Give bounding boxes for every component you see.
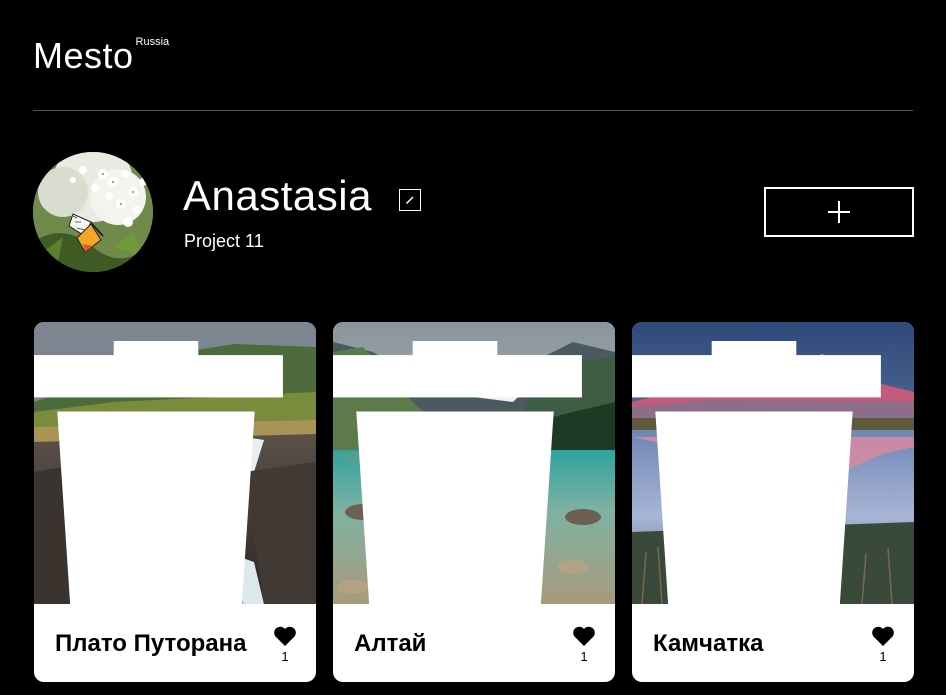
pencil-icon <box>405 196 414 205</box>
profile-name: Anastasia <box>183 172 372 219</box>
plus-icon <box>828 201 850 223</box>
avatar[interactable] <box>33 152 153 272</box>
card-image[interactable] <box>34 322 316 623</box>
profile-about: Project 11 <box>184 231 264 251</box>
edit-profile-button[interactable] <box>399 189 421 211</box>
cards-grid: Плато Путорана 1 Алтай 1 Камчатка 1 <box>34 322 914 695</box>
heart-icon[interactable] <box>572 625 596 647</box>
trash-icon[interactable] <box>632 341 895 623</box>
like-count: 1 <box>580 649 588 664</box>
card-image[interactable] <box>333 322 615 623</box>
trash-icon[interactable] <box>333 341 596 623</box>
avatar-image <box>33 152 153 272</box>
card-footer: Плато Путорана 1 <box>34 604 316 682</box>
like-count: 1 <box>281 649 289 664</box>
page: Mesto Russia Anastasia Project 11 Плато … <box>0 0 946 695</box>
card-footer: Камчатка 1 <box>632 604 914 682</box>
card-title: Плато Путорана <box>55 630 247 657</box>
add-card-button[interactable] <box>764 187 914 237</box>
logo: Mesto Russia <box>33 36 169 76</box>
card-title: Алтай <box>354 630 427 657</box>
heart-icon[interactable] <box>871 625 895 647</box>
card: Камчатка 1 <box>632 322 914 682</box>
profile: Anastasia Project 11 <box>33 152 914 272</box>
card: Плато Путорана 1 <box>34 322 316 682</box>
header: Mesto Russia <box>33 30 913 110</box>
card: Алтай 1 <box>333 322 615 682</box>
header-divider <box>33 110 913 111</box>
card-title: Камчатка <box>653 630 764 657</box>
heart-icon[interactable] <box>273 625 297 647</box>
card-footer: Алтай 1 <box>333 604 615 682</box>
logo-text: Mesto <box>33 35 134 76</box>
trash-icon[interactable] <box>34 341 297 623</box>
logo-subtext: Russia <box>135 36 170 48</box>
like-count: 1 <box>879 649 887 664</box>
card-image[interactable] <box>632 322 914 623</box>
